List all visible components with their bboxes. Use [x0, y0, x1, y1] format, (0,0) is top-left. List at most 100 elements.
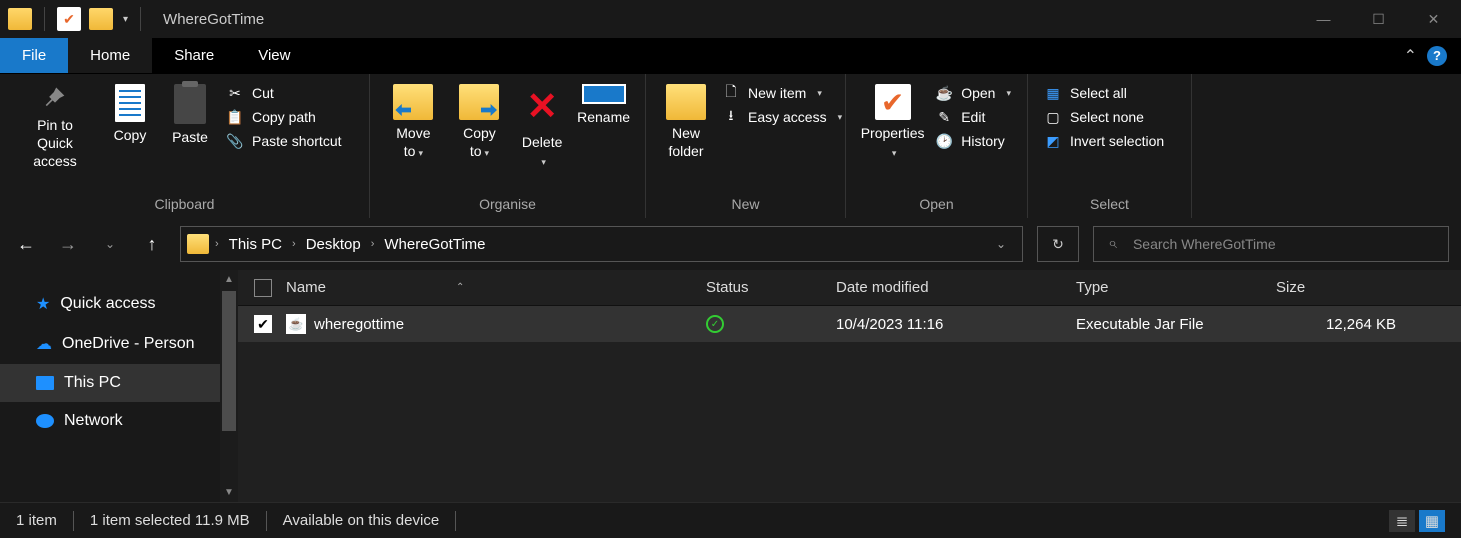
edit-button[interactable]: ✎Edit: [935, 108, 1011, 126]
recent-dropdown[interactable]: ⌄: [96, 237, 124, 251]
group-label-open: Open: [846, 196, 1027, 218]
column-header-status[interactable]: Status: [706, 279, 836, 296]
back-button[interactable]: ←: [12, 234, 40, 255]
details-view-button[interactable]: ≣: [1389, 510, 1415, 532]
sidebar-item-onedrive[interactable]: ☁OneDrive - Person: [0, 324, 220, 364]
group-label-new: New: [646, 196, 845, 218]
column-header-date[interactable]: Date modified: [836, 279, 1076, 296]
sort-indicator-icon: ⌃: [456, 282, 464, 293]
column-header-name[interactable]: Name⌃: [286, 279, 706, 296]
tab-home[interactable]: Home: [68, 38, 152, 73]
paste-icon: [174, 84, 206, 124]
paste-shortcut-button[interactable]: 📎Paste shortcut: [226, 132, 342, 150]
copy-path-button[interactable]: 📋Copy path: [226, 108, 342, 126]
file-row[interactable]: ✔ ☕ wheregottime ✓ 10/4/2023 11:16 Execu…: [238, 306, 1461, 342]
column-header-type[interactable]: Type: [1076, 279, 1276, 296]
row-checkbox[interactable]: ✔: [254, 315, 272, 333]
properties-icon: ✔: [875, 84, 911, 120]
search-box[interactable]: ⌕ Search WhereGotTime: [1093, 226, 1449, 262]
selectall-icon: ▦: [1044, 84, 1062, 102]
file-list: Name⌃ Status Date modified Type Size ✔ ☕…: [238, 270, 1461, 502]
new-folder-button[interactable]: New folder: [656, 80, 716, 164]
tab-share[interactable]: Share: [152, 38, 236, 73]
status-available-icon: ✓: [706, 315, 724, 333]
scroll-thumb[interactable]: [222, 291, 236, 431]
pin-to-quick-access-button[interactable]: Pin to Quick access: [10, 80, 100, 175]
search-icon: ⌕: [1108, 235, 1117, 253]
forward-button[interactable]: →: [54, 234, 82, 255]
scroll-up-icon[interactable]: ▲: [224, 270, 234, 289]
selectnone-icon: ▢: [1044, 108, 1062, 126]
history-icon: 🕑: [935, 132, 953, 150]
breadcrumb-current[interactable]: WhereGotTime: [380, 236, 489, 253]
minimize-button[interactable]: —: [1296, 0, 1351, 38]
delete-button[interactable]: ✕ Delete▾: [512, 80, 572, 173]
separator: [44, 7, 45, 31]
breadcrumb-thispc[interactable]: This PC: [225, 236, 286, 253]
file-size: 12,264 KB: [1276, 316, 1396, 333]
collapse-ribbon-icon[interactable]: ⌃: [1404, 46, 1417, 66]
rename-button[interactable]: Rename: [572, 80, 635, 130]
file-type: Executable Jar File: [1076, 316, 1276, 333]
select-none-button[interactable]: ▢Select none: [1044, 108, 1164, 126]
separator: [140, 7, 141, 31]
tab-view[interactable]: View: [236, 38, 312, 73]
separator: [266, 511, 267, 531]
paste-button[interactable]: Paste: [160, 80, 220, 150]
new-item-button[interactable]: 🗋New item▾: [722, 84, 842, 102]
qat-customize-icon[interactable]: ▾: [123, 14, 128, 25]
sidebar-item-network[interactable]: Network: [0, 402, 220, 440]
status-availability: Available on this device: [283, 512, 440, 529]
close-button[interactable]: ✕: [1406, 0, 1461, 38]
window-title: WhereGotTime: [163, 11, 264, 28]
shortcut-icon: 📎: [226, 132, 244, 150]
easy-access-button[interactable]: ⭳Easy access▾: [722, 108, 842, 126]
star-icon: ★: [36, 294, 50, 314]
address-dropdown-icon[interactable]: ⌄: [996, 237, 1006, 251]
address-bar[interactable]: › This PC › Desktop › WhereGotTime ⌄: [180, 226, 1023, 262]
maximize-button[interactable]: ☐: [1351, 0, 1406, 38]
help-icon[interactable]: ?: [1427, 46, 1447, 66]
chevron-right-icon[interactable]: ›: [292, 238, 296, 250]
scroll-down-icon[interactable]: ▼: [224, 483, 234, 502]
scissors-icon: ✂: [226, 84, 244, 102]
tab-file[interactable]: File: [0, 38, 68, 73]
copy-to-button[interactable]: Copy to▾: [447, 80, 512, 164]
breadcrumb-desktop[interactable]: Desktop: [302, 236, 365, 253]
delete-x-icon: ✕: [526, 84, 558, 129]
invert-selection-button[interactable]: ◩Invert selection: [1044, 132, 1164, 150]
open-button[interactable]: ☕Open▾: [935, 84, 1011, 102]
invert-icon: ◩: [1044, 132, 1062, 150]
select-all-checkbox[interactable]: [254, 279, 272, 297]
cut-button[interactable]: ✂Cut: [226, 84, 342, 102]
chevron-right-icon[interactable]: ›: [371, 238, 375, 250]
select-all-button[interactable]: ▦Select all: [1044, 84, 1164, 102]
group-label-select: Select: [1028, 196, 1191, 218]
ribbon-tabs: File Home Share View ⌃ ?: [0, 38, 1461, 74]
chevron-right-icon[interactable]: ›: [215, 238, 219, 250]
thumbnails-view-button[interactable]: ▦: [1419, 510, 1445, 532]
group-label-organise: Organise: [370, 196, 645, 218]
jar-file-icon: ☕: [286, 314, 306, 334]
properties-button[interactable]: ✔ Properties▾: [856, 80, 929, 164]
history-button[interactable]: 🕑History: [935, 132, 1011, 150]
status-bar: 1 item 1 item selected 11.9 MB Available…: [0, 502, 1461, 538]
sidebar-item-quick-access[interactable]: ★Quick access: [0, 284, 220, 324]
separator: [73, 511, 74, 531]
scrollbar[interactable]: ▲ ▼: [220, 270, 238, 502]
app-folder-icon: [8, 8, 32, 30]
qat-properties-icon[interactable]: ✔: [57, 7, 81, 31]
folder-icon: [459, 84, 499, 120]
open-icon: ☕: [935, 84, 953, 102]
copy-button[interactable]: Copy: [100, 80, 160, 148]
sidebar-item-thispc[interactable]: This PC: [0, 364, 220, 402]
pc-icon: [36, 376, 54, 390]
qat-newfolder-icon[interactable]: [89, 8, 113, 30]
main-area: ★Quick access ☁OneDrive - Person This PC…: [0, 270, 1461, 502]
search-placeholder: Search WhereGotTime: [1133, 236, 1276, 252]
up-button[interactable]: ↑: [138, 234, 166, 255]
edit-icon: ✎: [935, 108, 953, 126]
refresh-button[interactable]: ↻: [1037, 226, 1079, 262]
column-header-size[interactable]: Size: [1276, 279, 1396, 296]
move-to-button[interactable]: Move to▾: [380, 80, 447, 164]
